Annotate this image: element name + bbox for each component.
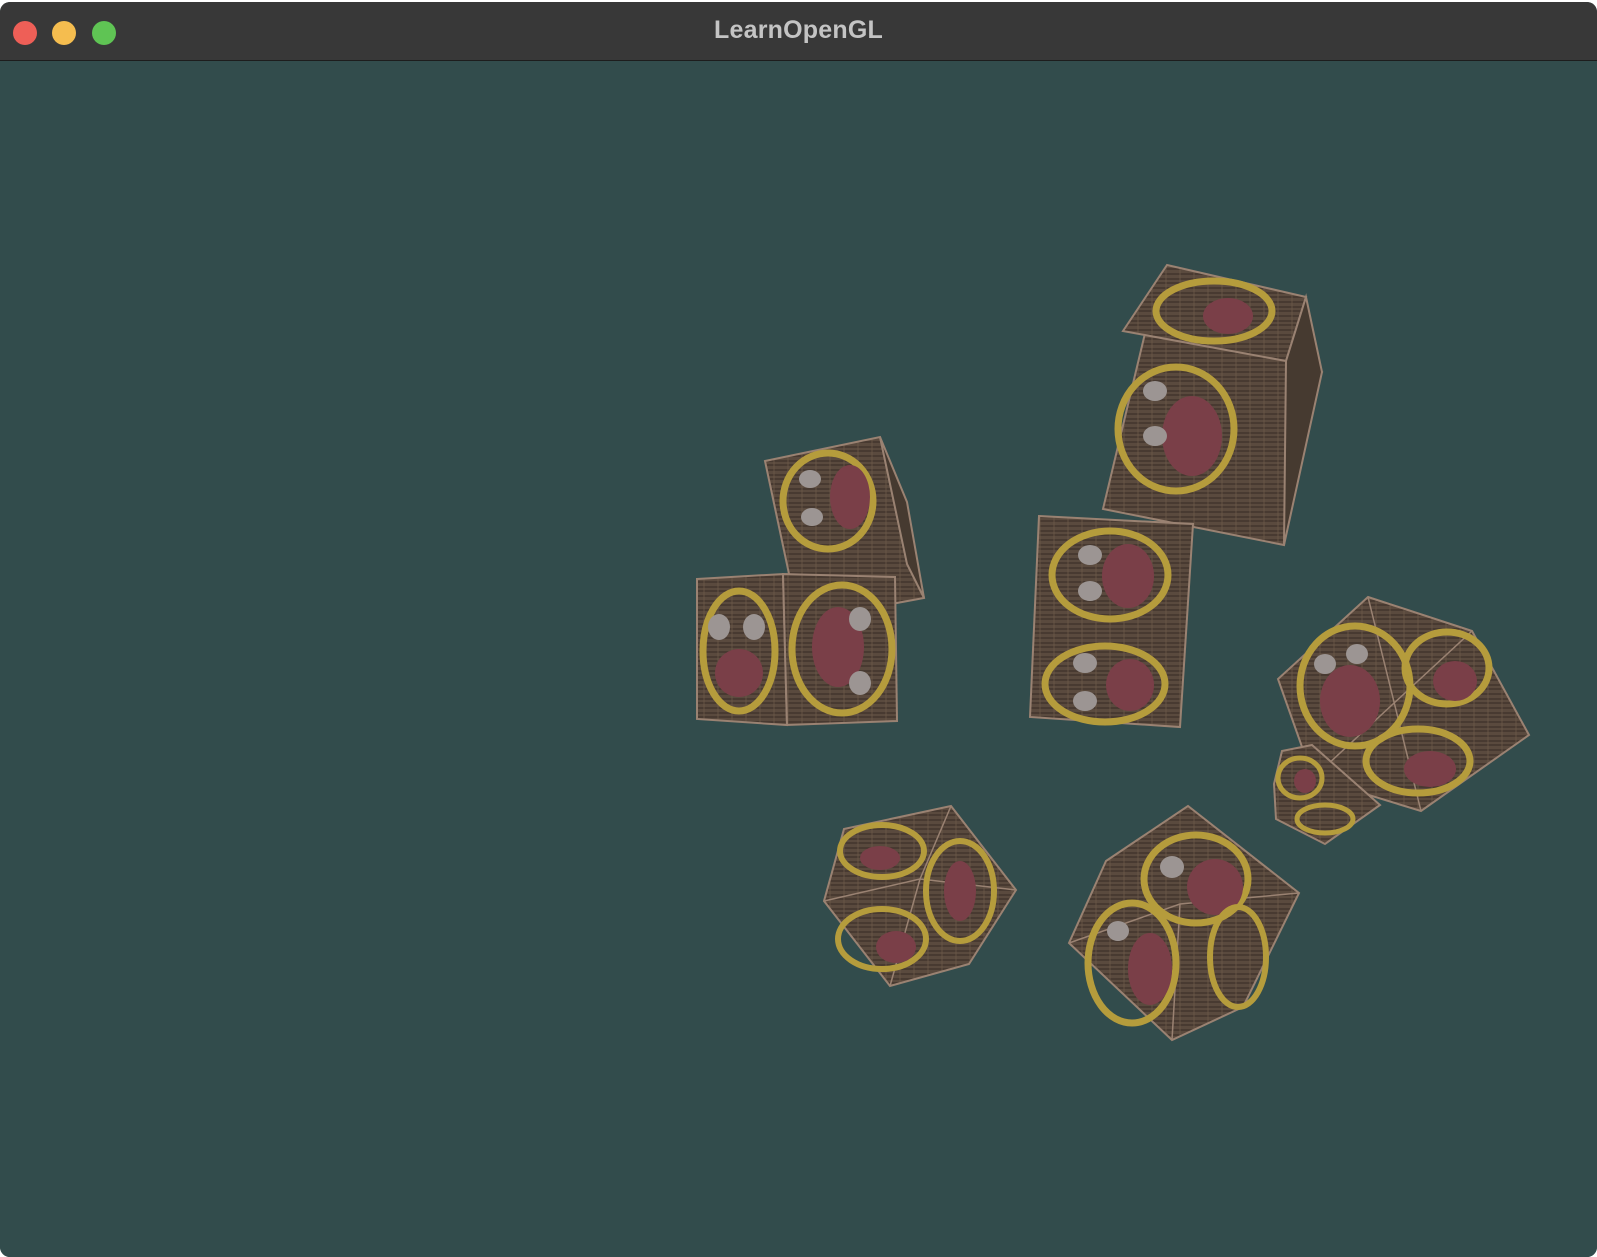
opengl-viewport[interactable] [0, 61, 1597, 1257]
title-bar[interactable]: LearnOpenGL [0, 2, 1597, 61]
window-title: LearnOpenGL [714, 16, 883, 44]
crate-cube-7 [822, 804, 1018, 988]
crate-cube-1 [1101, 263, 1324, 547]
crate-cube-4 [1028, 514, 1195, 729]
crate-cube-8 [1067, 804, 1301, 1042]
crate-cube-3 [696, 572, 899, 727]
scene-canvas [696, 263, 1531, 1042]
app-window: LearnOpenGL [0, 2, 1597, 1257]
